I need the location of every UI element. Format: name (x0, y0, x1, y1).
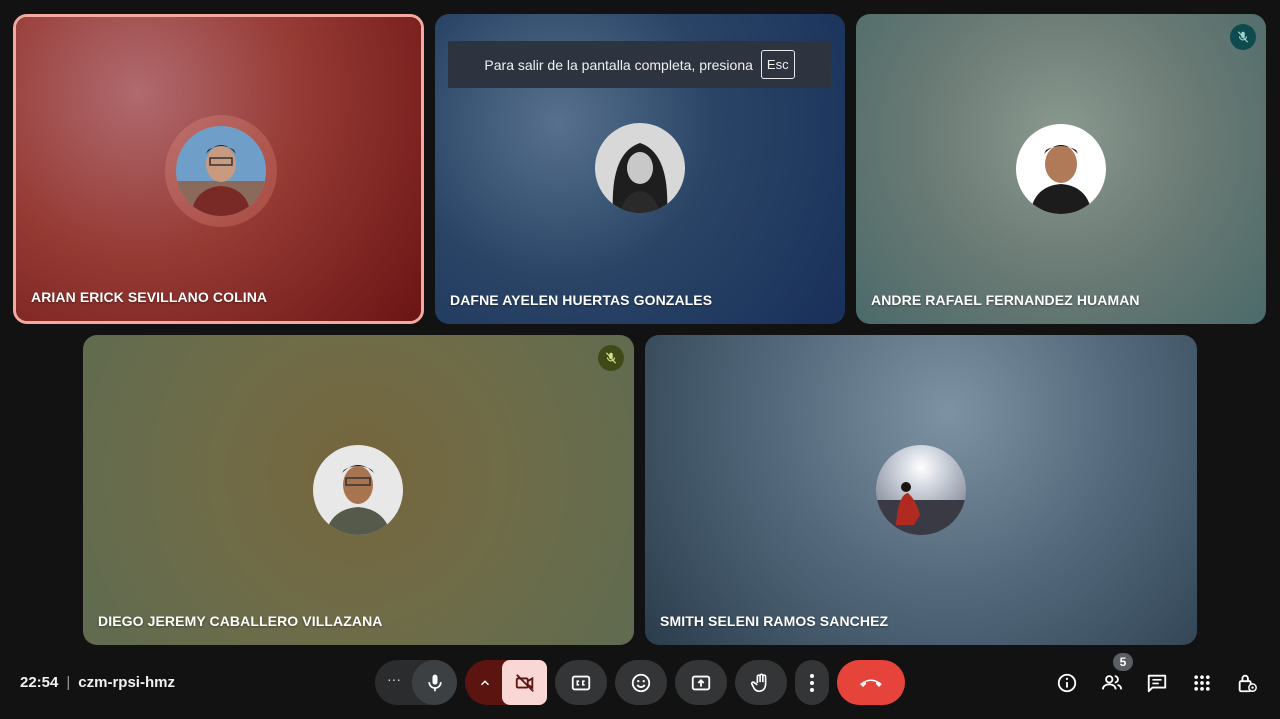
more-options-button[interactable] (795, 660, 829, 705)
chevron-up-icon (480, 679, 490, 685)
avatar (876, 445, 966, 535)
present-screen-icon (691, 675, 711, 690)
emoji-icon (631, 673, 651, 692)
host-controls-button[interactable] (1232, 668, 1262, 698)
reactions-button[interactable] (615, 660, 667, 705)
present-screen-button[interactable] (675, 660, 727, 705)
esc-key: Esc (760, 50, 795, 79)
hand-icon (751, 673, 767, 692)
avatar (1016, 124, 1106, 214)
meeting-time: 22:54 (20, 674, 59, 691)
meeting-info: 22:54 | czm-rpsi-hmz (20, 674, 175, 691)
participant-tile-arian[interactable]: ARIAN ERICK SEVILLANO COLINA (13, 14, 424, 324)
video-options-button[interactable] (465, 660, 505, 705)
closed-captions-icon (571, 675, 591, 690)
participant-name: DIEGO JEREMY CABALLERO VILLAZANA (98, 613, 383, 629)
separator: | (66, 674, 71, 691)
lock-settings-icon (1238, 674, 1257, 693)
meeting-code: czm-rpsi-hmz (78, 674, 175, 691)
microphone-icon (427, 674, 442, 691)
chat-icon (1147, 674, 1167, 693)
apps-grid-icon (1194, 675, 1210, 691)
participant-name: DAFNE AYELEN HUERTAS GONZALES (450, 292, 713, 308)
participant-name: ANDRE RAFAEL FERNANDEZ HUAMAN (871, 292, 1140, 308)
participant-tile-diego[interactable]: DIEGO JEREMY CABALLERO VILLAZANA (83, 335, 634, 645)
people-icon (1101, 675, 1123, 690)
avatar (176, 126, 266, 216)
mic-off-icon (1230, 24, 1256, 50)
activities-button[interactable] (1187, 668, 1217, 698)
participant-tile-andre[interactable]: ANDRE RAFAEL FERNANDEZ HUAMAN (856, 14, 1266, 324)
leave-call-button[interactable] (837, 660, 905, 705)
more-vert-icon (810, 673, 814, 692)
camera-group (465, 660, 547, 705)
avatar (595, 123, 685, 213)
camera-toggle-button[interactable] (502, 660, 547, 705)
captions-button[interactable] (555, 660, 607, 705)
chat-button[interactable] (1142, 668, 1172, 698)
participant-count-badge: 5 (1113, 653, 1133, 671)
avatar (313, 445, 403, 535)
info-icon (1057, 673, 1077, 693)
meeting-details-button[interactable] (1052, 668, 1082, 698)
participant-tile-smith[interactable]: SMITH SELENI RAMOS SANCHEZ (645, 335, 1197, 645)
people-button[interactable] (1097, 668, 1127, 698)
participant-name: ARIAN ERICK SEVILLANO COLINA (31, 289, 268, 305)
camera-off-icon (515, 673, 534, 692)
fullscreen-exit-notice: Para salir de la pantalla completa, pres… (448, 41, 831, 88)
mic-off-icon (598, 345, 624, 371)
audio-options-button[interactable]: ··· (387, 671, 401, 687)
control-bar: 22:54 | czm-rpsi-hmz ··· 5 (0, 650, 1280, 719)
raise-hand-button[interactable] (735, 660, 787, 705)
microphone-button[interactable] (412, 660, 457, 705)
participant-name: SMITH SELENI RAMOS SANCHEZ (660, 613, 889, 629)
microphone-group: ··· (375, 660, 457, 705)
notice-text: Para salir de la pantalla completa, pres… (484, 56, 753, 73)
end-call-icon (860, 679, 882, 687)
